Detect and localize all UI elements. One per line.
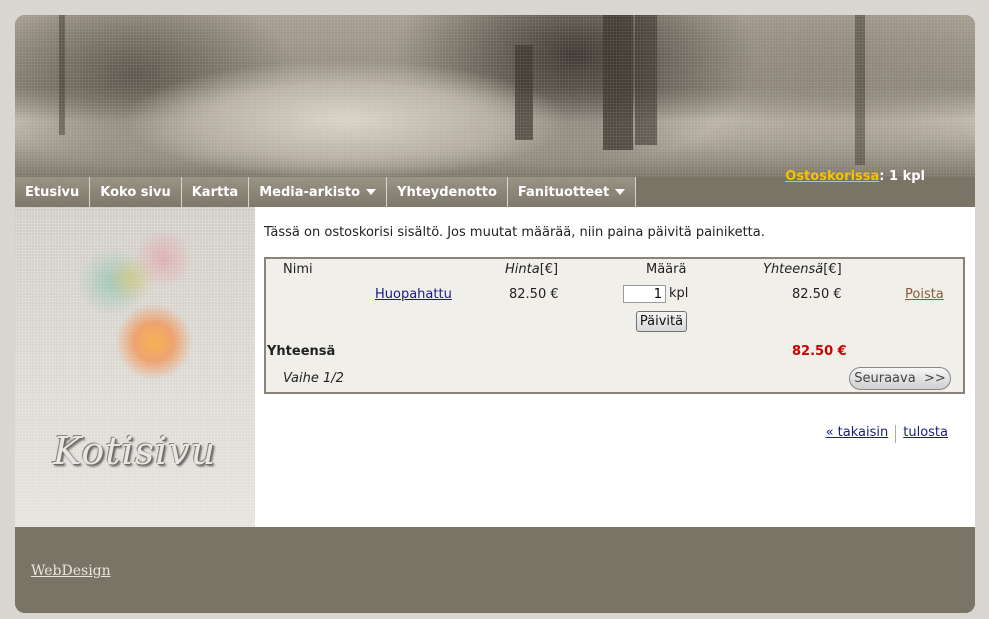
back-link[interactable]: « takaisin [826, 425, 889, 443]
nav-item-kartta[interactable]: Kartta [181, 177, 250, 207]
nav-item-label: Etusivu [25, 184, 80, 200]
bottom-links: « takaisin tulosta [826, 425, 948, 443]
main-content: Tässä on ostoskorisi sisältö. Jos muutat… [255, 207, 975, 527]
nav-item-label: Yhteydenotto [397, 184, 497, 200]
nav-item-media-arkisto[interactable]: Media-arkisto [249, 177, 388, 207]
cart-link[interactable]: Ostoskorissa [785, 169, 879, 184]
nav-item-label: Koko sivu [100, 184, 171, 200]
webdesign-link[interactable]: WebDesign [31, 563, 111, 579]
column-header-total: Yhteensä[€] [763, 262, 842, 277]
header-photo [15, 15, 975, 177]
checkout-step: Vaihe 1/2 [283, 371, 344, 386]
nav-item-label: Fanituotteet [517, 184, 610, 200]
print-link[interactable]: tulosta [903, 425, 948, 443]
page-frame: Etusivu Koko sivu Kartta Media-arkisto Y… [15, 15, 975, 613]
next-button[interactable]: Seuraava >> [849, 367, 951, 390]
item-total: 82.50 € [792, 287, 842, 302]
sidebar: Kotisivu [15, 207, 255, 527]
nav-item-koko-sivu[interactable]: Koko sivu [90, 177, 182, 207]
product-link[interactable]: Huopahattu [375, 287, 452, 302]
update-button[interactable]: Päivitä [636, 311, 687, 332]
column-header-quantity: Määrä [646, 262, 687, 277]
nav-item-yhteydenotto[interactable]: Yhteydenotto [387, 177, 508, 207]
quantity-unit: kpl [669, 286, 689, 301]
quantity-input[interactable] [623, 285, 666, 303]
column-header-name: Nimi [283, 262, 313, 277]
item-price: 82.50 € [509, 287, 559, 302]
nav-item-etusivu[interactable]: Etusivu [15, 177, 91, 207]
sum-label: Yhteensä [267, 344, 336, 359]
flower-decoration-icon [115, 303, 193, 381]
cart-intro-text: Tässä on ostoskorisi sisältö. Jos muutat… [264, 225, 765, 240]
cart-table: Nimi Hinta[€] Määrä Yhteensä[€] Huopahat… [264, 257, 965, 394]
column-header-price: Hinta[€] [505, 262, 559, 277]
nav-item-label: Media-arkisto [259, 184, 361, 200]
footer: WebDesign [15, 527, 975, 613]
cart-status-separator: : [879, 169, 885, 184]
nav-item-fanituotteet[interactable]: Fanituotteet [507, 177, 637, 207]
dropdown-caret-icon [615, 189, 626, 195]
flower-decoration-icon [107, 255, 155, 303]
cart-count: 1 kpl [889, 169, 925, 184]
cart-status: Ostoskorissa: 1 kpl [785, 169, 925, 184]
dropdown-caret-icon [366, 189, 377, 195]
remove-link[interactable]: Poista [905, 287, 944, 302]
link-divider [895, 425, 897, 443]
sum-value: 82.50 € [792, 344, 847, 359]
nav-item-label: Kartta [191, 184, 239, 200]
site-logo: Kotisivu [53, 429, 217, 473]
